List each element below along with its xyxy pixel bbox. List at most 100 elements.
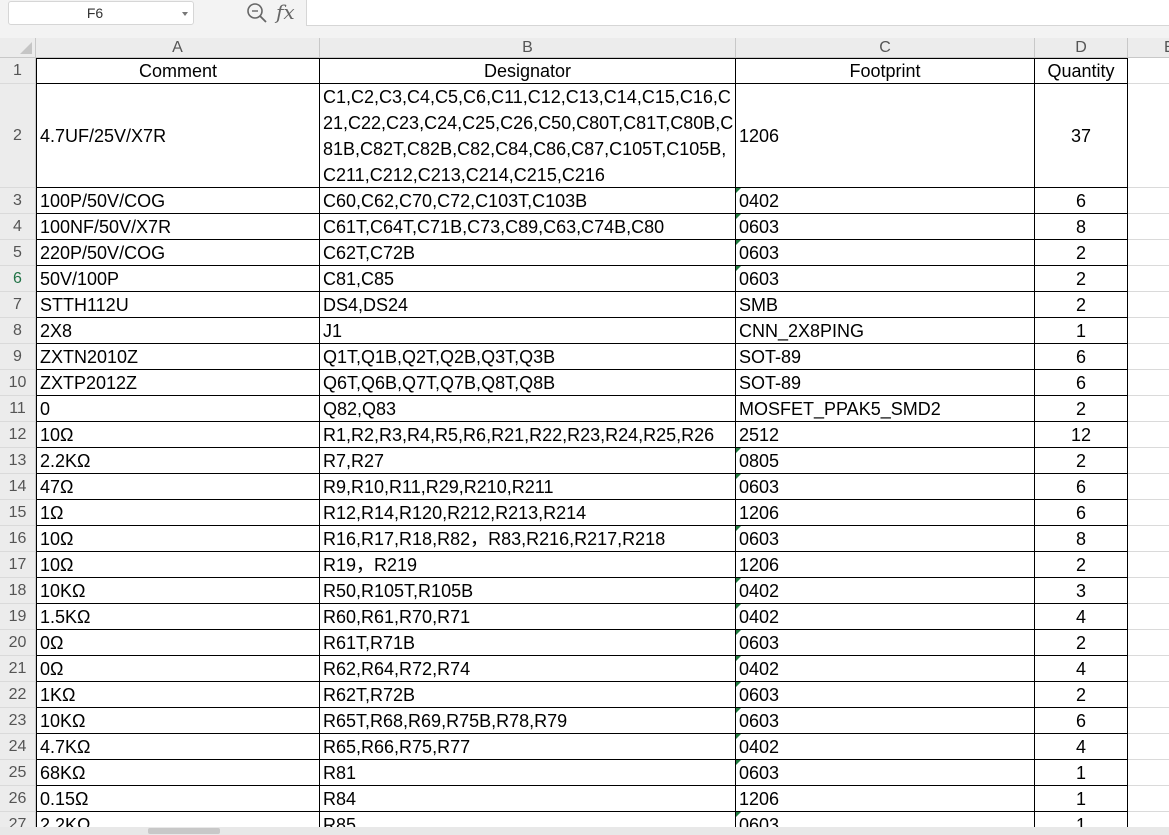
cell-footprint[interactable]: 0805 [736,448,1035,474]
cell-comment[interactable]: 1.5KΩ [36,604,320,630]
header-cell-designator[interactable]: Designator [320,58,736,84]
empty-cell[interactable] [1128,58,1169,84]
cell-footprint[interactable]: SOT-89 [736,344,1035,370]
cell-footprint[interactable]: 0603 [736,682,1035,708]
cell-designator[interactable]: R7,R27 [320,448,736,474]
cell-footprint[interactable]: CNN_2X8PING [736,318,1035,344]
cell-designator[interactable]: Q6T,Q6B,Q7T,Q7B,Q8T,Q8B [320,370,736,396]
cell-quantity[interactable]: 2 [1035,292,1128,318]
row-header[interactable]: 11 [0,396,36,422]
row-header[interactable]: 25 [0,760,36,786]
cell-comment[interactable]: 50V/100P [36,266,320,292]
empty-cell[interactable] [1128,84,1169,188]
cell-quantity[interactable]: 1 [1035,318,1128,344]
cell-quantity[interactable]: 2 [1035,682,1128,708]
cell-comment[interactable]: 47Ω [36,474,320,500]
cell-designator[interactable]: C81,C85 [320,266,736,292]
cell-designator[interactable]: C61T,C64T,C71B,C73,C89,C63,C74B,C80 [320,214,736,240]
select-all-button[interactable] [0,38,36,58]
cell-comment[interactable]: 0.15Ω [36,786,320,812]
cell-footprint[interactable]: 0603 [736,630,1035,656]
row-header[interactable]: 17 [0,552,36,578]
cell-comment[interactable]: 10KΩ [36,578,320,604]
row-header[interactable]: 16 [0,526,36,552]
horizontal-scrollbar[interactable] [0,827,1169,835]
cell-quantity[interactable]: 2 [1035,630,1128,656]
column-header-b[interactable]: B [320,38,736,58]
column-header-a[interactable]: A [36,38,320,58]
cell-footprint[interactable]: 1206 [736,500,1035,526]
error-indicator-icon[interactable] [736,682,741,687]
row-header[interactable]: 13 [0,448,36,474]
cell-designator[interactable]: R65,R66,R75,R77 [320,734,736,760]
empty-cell[interactable] [1128,474,1169,500]
row-header[interactable]: 9 [0,344,36,370]
fx-icon[interactable]: fx [276,0,295,24]
name-box[interactable]: F6 [8,1,194,25]
cell-footprint[interactable]: 0402 [736,734,1035,760]
empty-cell[interactable] [1128,396,1169,422]
cell-quantity[interactable]: 1 [1035,786,1128,812]
cell-footprint[interactable]: 0603 [736,708,1035,734]
formula-input[interactable] [306,0,1169,26]
cell-quantity[interactable]: 6 [1035,370,1128,396]
empty-cell[interactable] [1128,500,1169,526]
cell-designator[interactable]: R60,R61,R70,R71 [320,604,736,630]
error-indicator-icon[interactable] [736,448,741,453]
cell-footprint[interactable]: 0603 [736,240,1035,266]
row-header[interactable]: 4 [0,214,36,240]
row-header[interactable]: 23 [0,708,36,734]
cell-quantity[interactable]: 2 [1035,266,1128,292]
scrollbar-thumb[interactable] [148,828,220,834]
cell-quantity[interactable]: 37 [1035,84,1128,188]
zoom-formula-icon[interactable] [246,2,268,24]
empty-cell[interactable] [1128,292,1169,318]
row-header[interactable]: 3 [0,188,36,214]
empty-cell[interactable] [1128,266,1169,292]
cell-designator[interactable]: R19，R219 [320,552,736,578]
cell-comment[interactable]: 4.7UF/25V/X7R [36,84,320,188]
cell-designator[interactable]: R1,R2,R3,R4,R5,R6,R21,R22,R23,R24,R25,R2… [320,422,736,448]
error-indicator-icon[interactable] [736,526,741,531]
cell-quantity[interactable]: 4 [1035,604,1128,630]
cell-designator[interactable]: R65T,R68,R69,R75B,R78,R79 [320,708,736,734]
error-indicator-icon[interactable] [736,578,741,583]
cell-designator[interactable]: C62T,C72B [320,240,736,266]
error-indicator-icon[interactable] [736,214,741,219]
header-cell-quantity[interactable]: Quantity [1035,58,1128,84]
error-indicator-icon[interactable] [736,474,741,479]
empty-cell[interactable] [1128,656,1169,682]
error-indicator-icon[interactable] [736,656,741,661]
cell-quantity[interactable]: 4 [1035,656,1128,682]
cell-designator[interactable]: DS4,DS24 [320,292,736,318]
cell-designator[interactable]: Q1T,Q1B,Q2T,Q2B,Q3T,Q3B [320,344,736,370]
empty-cell[interactable] [1128,760,1169,786]
empty-cell[interactable] [1128,188,1169,214]
cell-designator[interactable]: J1 [320,318,736,344]
empty-cell[interactable] [1128,552,1169,578]
cell-comment[interactable]: 0 [36,396,320,422]
cell-comment[interactable]: 10KΩ [36,708,320,734]
cell-quantity[interactable]: 2 [1035,240,1128,266]
cell-designator[interactable]: C60,C62,C70,C72,C103T,C103B [320,188,736,214]
cell-quantity[interactable]: 8 [1035,526,1128,552]
empty-cell[interactable] [1128,604,1169,630]
cell-footprint[interactable]: 0402 [736,188,1035,214]
row-header[interactable]: 22 [0,682,36,708]
row-header[interactable]: 24 [0,734,36,760]
cell-comment[interactable]: 10Ω [36,552,320,578]
error-indicator-icon[interactable] [736,708,741,713]
cell-designator[interactable]: C1,C2,C3,C4,C5,C6,C11,C12,C13,C14,C15,C1… [320,84,736,188]
empty-cell[interactable] [1128,708,1169,734]
cell-footprint[interactable]: 0603 [736,214,1035,240]
error-indicator-icon[interactable] [736,760,741,765]
empty-cell[interactable] [1128,422,1169,448]
cell-quantity[interactable]: 6 [1035,188,1128,214]
empty-cell[interactable] [1128,370,1169,396]
cell-quantity[interactable]: 6 [1035,344,1128,370]
cell-quantity[interactable]: 6 [1035,474,1128,500]
empty-cell[interactable] [1128,630,1169,656]
cell-quantity[interactable]: 2 [1035,448,1128,474]
row-header[interactable]: 1 [0,58,36,84]
cell-designator[interactable]: R50,R105T,R105B [320,578,736,604]
